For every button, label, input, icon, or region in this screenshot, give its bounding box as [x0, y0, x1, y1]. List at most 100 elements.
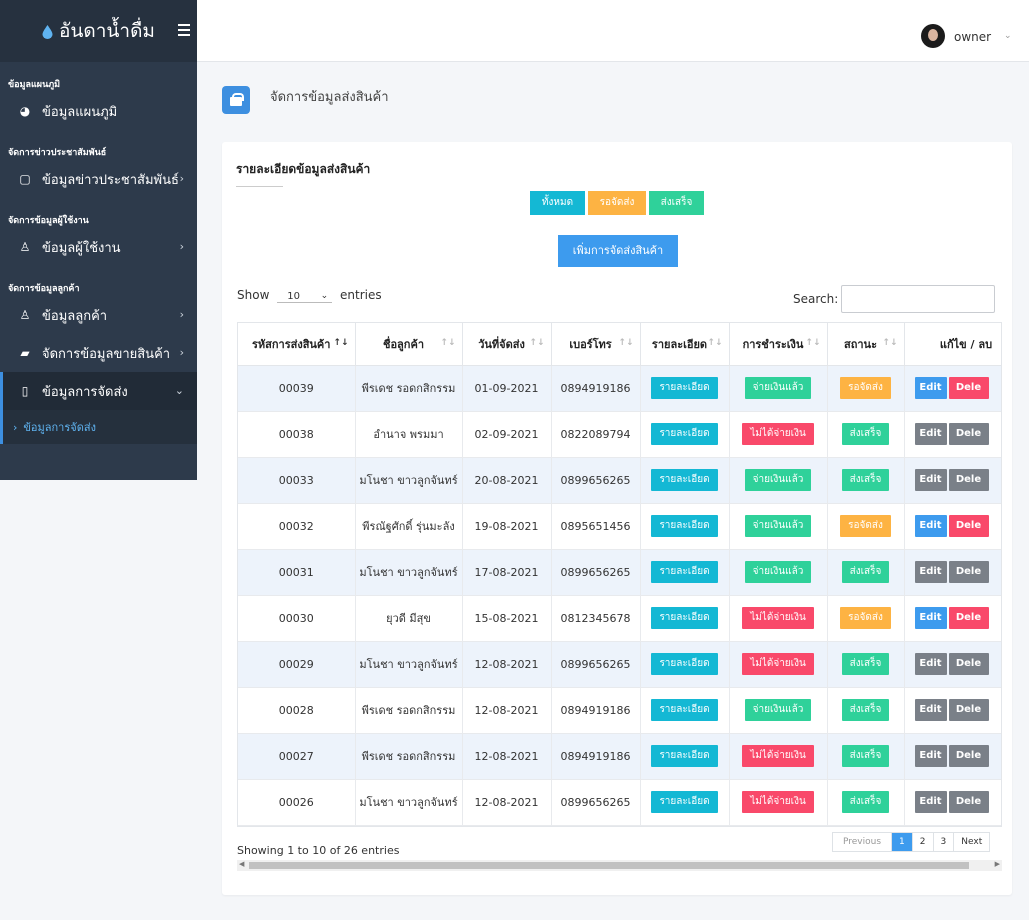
column-header[interactable]: สถานะ ↑↓ [827, 323, 905, 366]
chevron-right-icon: › [179, 172, 184, 185]
detail-button[interactable]: รายละเอียด [651, 377, 718, 399]
edit-button[interactable]: Edit [914, 515, 947, 537]
table-row: 00026 มโนชา ขาวลูกจันทร์ 12-08-2021 0899656… [238, 779, 1001, 826]
delete-button[interactable]: Dele [948, 653, 989, 675]
delete-button[interactable]: Dele [948, 377, 989, 399]
detail-button-cell: รายละเอียด [640, 457, 730, 504]
chevron-down-icon[interactable]: ⌄ [1004, 31, 1012, 41]
column-header[interactable]: แก้ไข / ลบ [904, 323, 1001, 366]
edit-button[interactable]: Edit [914, 561, 947, 583]
delete-button[interactable]: Dele [948, 607, 989, 629]
delete-button[interactable]: Dele [948, 469, 989, 491]
payment-badge[interactable]: จ่ายเงินแล้ว [744, 561, 812, 583]
edit-button[interactable]: Edit [914, 653, 947, 675]
detail-button[interactable]: รายละเอียด [651, 561, 718, 583]
user-icon: ♙ [19, 240, 31, 254]
scroll-right-icon[interactable]: ▶ [995, 860, 1000, 868]
scroll-left-icon[interactable]: ◀ [239, 860, 244, 868]
edit-button[interactable]: Edit [914, 377, 947, 399]
cell-delivery-id: 00030 [238, 595, 356, 642]
sidebar-item-customers[interactable]: ♙ ข้อมูลลูกค้า › [0, 296, 197, 334]
status-badge[interactable]: รอจัดส่ง [840, 515, 891, 537]
payment-badge[interactable]: จ่ายเงินแล้ว [744, 469, 812, 491]
edit-button[interactable]: Edit [914, 469, 947, 491]
sidebar-section-title: จัดการข้อมูลผู้ใช้งาน [8, 216, 89, 226]
status-badge[interactable]: รอจัดส่ง [840, 377, 891, 399]
brand[interactable]: อันดาน้ำดื่ม [0, 0, 197, 62]
next-page-button[interactable]: Next [954, 833, 989, 851]
filter-done-button[interactable]: ส่งเสร็จ [649, 191, 704, 215]
column-header-label: เบอร์โทร [569, 337, 612, 351]
chevron-right-icon: › [179, 346, 184, 359]
sidebar-subitem-delivery[interactable]: › ข้อมูลการจัดส่ง [0, 410, 197, 444]
status-badge[interactable]: ส่งเสร็จ [841, 791, 890, 813]
detail-button[interactable]: รายละเอียด [651, 515, 718, 537]
delete-button[interactable]: Dele [948, 515, 989, 537]
page-button[interactable]: 2 [913, 833, 934, 851]
edit-button[interactable]: Edit [914, 699, 947, 721]
sidebar-item-delivery[interactable]: ▯ ข้อมูลการจัดส่ง ⌄ [0, 372, 197, 410]
status-badge-cell: ส่งเสร็จ [827, 779, 905, 826]
cell-delivery-date: 02-09-2021 [462, 411, 552, 458]
detail-button[interactable]: รายละเอียด [651, 423, 718, 445]
status-badge[interactable]: รอจัดส่ง [840, 607, 891, 629]
page-button[interactable]: 3 [934, 833, 955, 851]
payment-badge[interactable]: ไม่ได้จ่ายเงิน [742, 791, 814, 813]
detail-button[interactable]: รายละเอียด [651, 699, 718, 721]
status-badge[interactable]: ส่งเสร็จ [841, 699, 890, 721]
status-badge[interactable]: ส่งเสร็จ [841, 745, 890, 767]
delete-button[interactable]: Dele [948, 699, 989, 721]
delete-button[interactable]: Dele [948, 791, 989, 813]
status-badge-cell: ส่งเสร็จ [827, 457, 905, 504]
edit-button[interactable]: Edit [914, 745, 947, 767]
column-header[interactable]: รายละเอียด ↑↓ [640, 323, 730, 366]
payment-badge[interactable]: ไม่ได้จ่ายเงิน [742, 607, 814, 629]
detail-button[interactable]: รายละเอียด [651, 791, 718, 813]
filter-waiting-button[interactable]: รอจัดส่ง [588, 191, 646, 215]
detail-button[interactable]: รายละเอียด [651, 469, 718, 491]
entries-label: entries [340, 288, 382, 302]
payment-badge[interactable]: ไม่ได้จ่ายเงิน [742, 423, 814, 445]
edit-button[interactable]: Edit [914, 607, 947, 629]
column-header[interactable]: รหัสการส่งสินค้า ↑↓ [238, 323, 356, 366]
status-badge[interactable]: ส่งเสร็จ [841, 561, 890, 583]
payment-badge[interactable]: จ่ายเงินแล้ว [744, 699, 812, 721]
avatar[interactable] [921, 24, 945, 48]
page-button[interactable]: 1 [892, 833, 913, 851]
status-badge[interactable]: ส่งเสร็จ [841, 423, 890, 445]
sidebar-item-chart[interactable]: ◕ ข้อมูลแผนภูมิ [0, 92, 197, 130]
delete-button[interactable]: Dele [948, 745, 989, 767]
sidebar-item-sales[interactable]: ▰ จัดการข้อมูลขายสินค้า › [0, 334, 197, 372]
length-select[interactable]: 10 ⌄ [277, 291, 333, 303]
sidebar-item-users[interactable]: ♙ ข้อมูลผู้ใช้งาน › [0, 228, 197, 266]
horizontal-scrollbar[interactable]: ◀ ▶ [237, 860, 1002, 871]
payment-badge[interactable]: ไม่ได้จ่ายเงิน [742, 653, 814, 675]
sidebar-item-news[interactable]: ▢ ข้อมูลข่าวประชาสัมพันธ์ › [0, 160, 197, 198]
filter-all-button[interactable]: ทั้งหมด [530, 191, 585, 215]
column-header[interactable]: วันที่จัดส่ง ↑↓ [462, 323, 552, 366]
payment-badge[interactable]: จ่ายเงินแล้ว [744, 515, 812, 537]
edit-button[interactable]: Edit [914, 791, 947, 813]
previous-page-button[interactable]: Previous [833, 833, 893, 851]
payment-badge[interactable]: ไม่ได้จ่ายเงิน [742, 745, 814, 767]
column-header[interactable]: การชำระเงิน ↑↓ [729, 323, 828, 366]
hamburger-menu-icon[interactable] [178, 24, 190, 36]
detail-button[interactable]: รายละเอียด [651, 653, 718, 675]
user-name[interactable]: owner [954, 30, 991, 44]
delete-button[interactable]: Dele [948, 561, 989, 583]
edit-button[interactable]: Edit [914, 423, 947, 445]
column-header[interactable]: เบอร์โทร ↑↓ [551, 323, 641, 366]
detail-button-cell: รายละเอียด [640, 779, 730, 826]
add-delivery-button[interactable]: เพิ่มการจัดส่งสินค้า [558, 235, 678, 267]
column-header[interactable]: ชื่อลูกค้า ↑↓ [355, 323, 463, 366]
search-input[interactable] [841, 285, 995, 313]
actions-cell: Edit Dele [904, 595, 1001, 642]
payment-badge[interactable]: จ่ายเงินแล้ว [744, 377, 812, 399]
delete-button[interactable]: Dele [948, 423, 989, 445]
detail-button[interactable]: รายละเอียด [651, 607, 718, 629]
scrollbar-thumb[interactable] [249, 862, 969, 869]
status-badge[interactable]: ส่งเสร็จ [841, 653, 890, 675]
status-badge[interactable]: ส่งเสร็จ [841, 469, 890, 491]
detail-button[interactable]: รายละเอียด [651, 745, 718, 767]
table-row: 00029 มโนชา ขาวลูกจันทร์ 12-08-2021 0899656… [238, 641, 1001, 688]
